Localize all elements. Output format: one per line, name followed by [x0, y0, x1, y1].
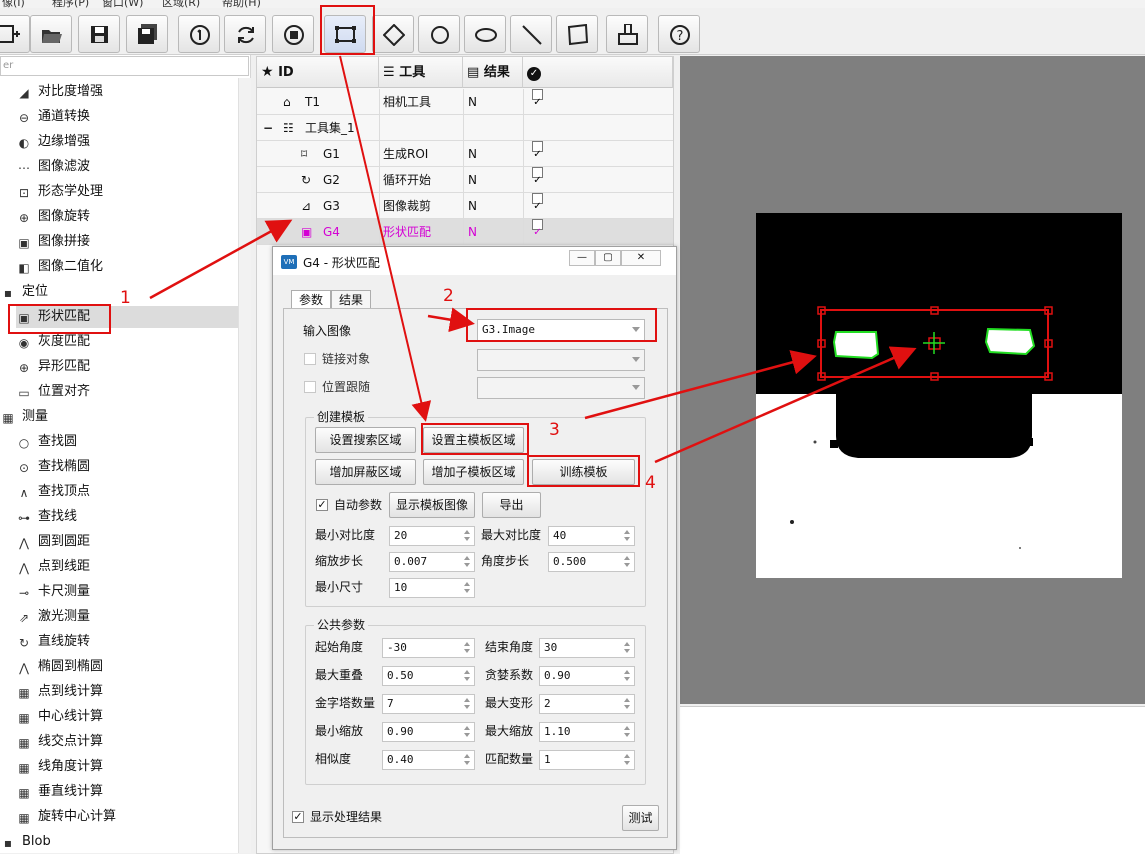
annotation-arrows — [149, 55, 917, 464]
annotation-number-1: 1 — [120, 288, 131, 308]
annotation-number-2: 2 — [443, 286, 454, 306]
annotation-number-3: 3 — [549, 420, 560, 440]
annotation-number-4: 4 — [645, 473, 656, 493]
